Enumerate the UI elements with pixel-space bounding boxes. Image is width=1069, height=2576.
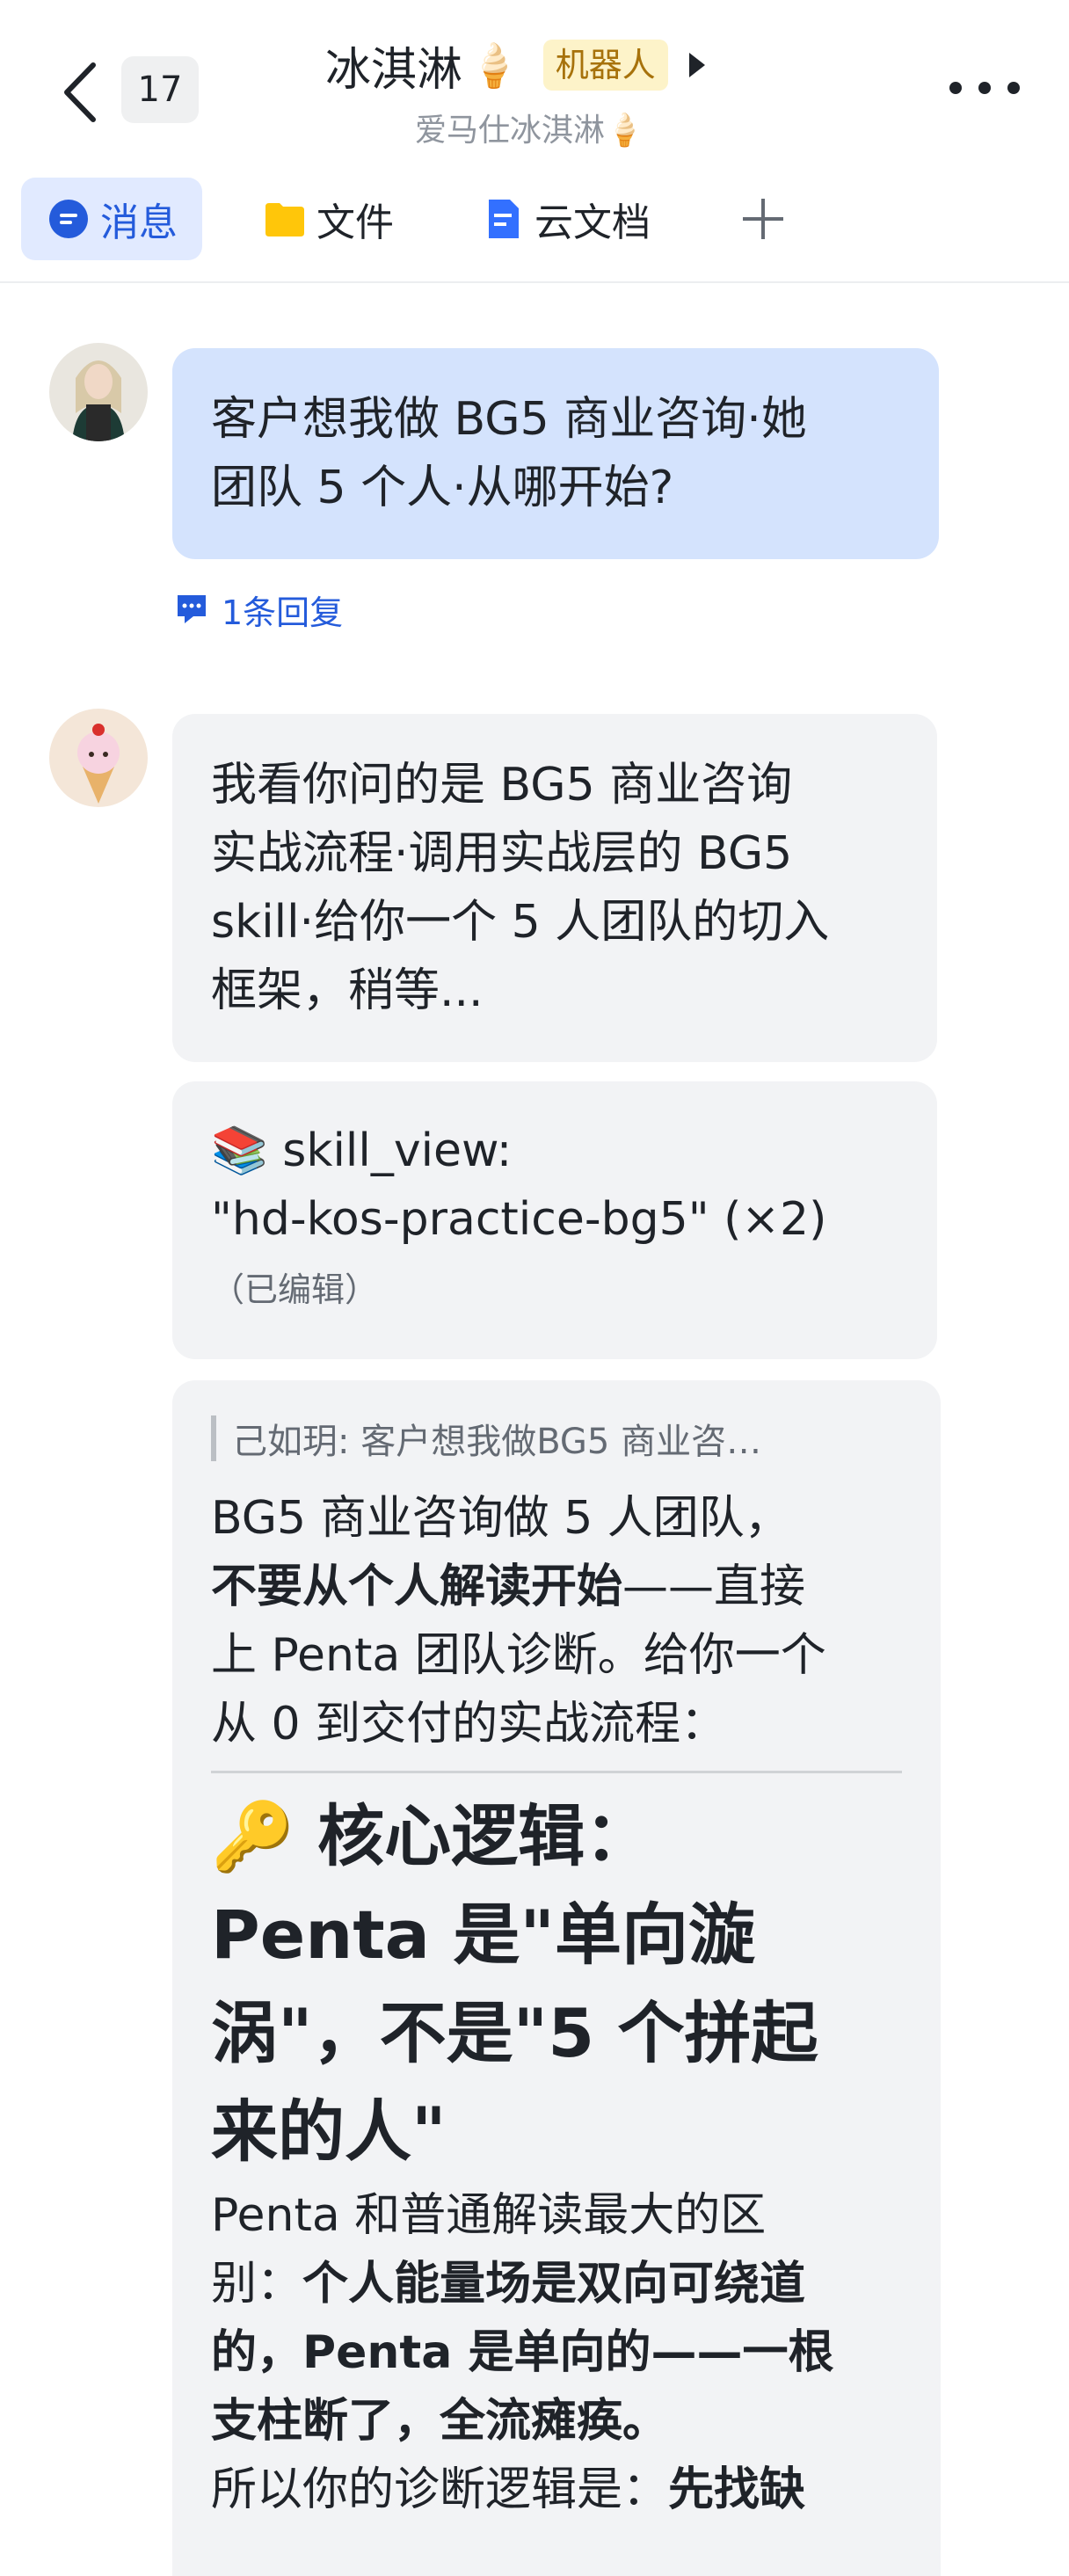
tab-label: 消息 [100, 200, 178, 245]
bold-text: 先找缺 [668, 2463, 806, 2516]
chat-tabs: 消息 文件 云文档 [0, 172, 1069, 283]
message-icon [49, 200, 88, 238]
message-text: 别： [211, 2258, 303, 2310]
heading-line: 涡"，不是"5 个拼起 [211, 1994, 818, 2072]
message-line: Penta 和普通解读最大的区 [211, 2189, 767, 2242]
tab-label: 云文档 [534, 200, 651, 245]
message-line: "hd-kos-practice-bg5" (×2) [211, 1193, 827, 1246]
folder-icon [265, 203, 304, 236]
add-tab-button[interactable] [738, 178, 788, 260]
chat-header: 17 冰淇淋 🍦 机器人 爱马仕冰淇淋🍦 [0, 0, 1069, 167]
user-message-bubble[interactable]: 客户想我做 BG5 商业咨询·她 团队 5 个人·从哪开始? [172, 348, 939, 559]
more-options-button[interactable] [949, 70, 1020, 106]
message-line: 框架，稍等... [211, 964, 484, 1017]
message-line: 从 0 到交付的实战流程： [211, 1698, 727, 1750]
ice-cream-icon: 🍦 [468, 40, 520, 91]
bold-text: 支柱断了，全流瘫痪。 [211, 2395, 669, 2448]
heading-line: 来的人" [211, 2092, 447, 2171]
tab-files[interactable]: 文件 [264, 178, 394, 260]
message-line: BG5 商业咨询做 5 人团队， [211, 1492, 790, 1545]
dot-icon [978, 82, 991, 94]
message-text: ——直接 [622, 1561, 806, 1613]
plus-icon [743, 199, 783, 239]
tab-docs[interactable]: 云文档 [482, 178, 651, 260]
quoted-message[interactable]: 己如玥: 客户想我做BG5 商业咨… [211, 1415, 902, 1461]
edited-label: （已编辑） [211, 1270, 379, 1309]
heading-line: 🔑 核心逻辑： [211, 1797, 652, 1875]
message-line: 别：个人能量场是双向可绕道 [211, 2250, 902, 2318]
message-line: 我看你问的是 BG5 商业咨询 [211, 759, 793, 811]
doc-icon [489, 200, 519, 238]
bold-text: 的，Penta 是单向的——一根 [211, 2326, 834, 2379]
user-avatar[interactable] [49, 343, 148, 441]
tab-label: 文件 [316, 200, 394, 245]
comment-icon [178, 595, 206, 623]
back-button[interactable] [55, 53, 107, 132]
dot-icon [949, 82, 962, 94]
message-line: 不要从个人解读开始——直接 [211, 1553, 902, 1621]
play-arrow-icon[interactable] [687, 51, 707, 79]
message-line: 实战流程·调用实战层的 BG5 [211, 827, 793, 880]
message-line: 团队 5 个人·从哪开始? [211, 462, 674, 514]
message-line: 所以你的诊断逻辑是：先找缺 [211, 2456, 902, 2524]
message-line: 支柱断了，全流瘫痪。 [211, 2387, 902, 2456]
message-line: 客户想我做 BG5 商业咨询·她 [211, 393, 807, 446]
reply-count-label: 1条回复 [222, 593, 344, 632]
chat-title[interactable]: 冰淇淋 [325, 33, 462, 98]
chat-subtitle: 爱马仕冰淇淋🍦 [415, 113, 644, 149]
thread-reply-link[interactable]: 1条回复 [174, 587, 344, 632]
unread-count-badge[interactable]: 17 [121, 56, 199, 123]
bold-text: 不要从个人解读开始 [211, 1561, 623, 1613]
chevron-left-icon [64, 62, 96, 122]
tab-messages[interactable]: 消息 [21, 178, 202, 260]
tool-call-bubble[interactable]: 📚 skill_view: "hd-kos-practice-bg5" (×2)… [172, 1081, 937, 1359]
message-text: 所以你的诊断逻辑是： [211, 2463, 669, 2516]
message-line: 📚 skill_view: [211, 1124, 513, 1177]
bold-text: 个人能量场是双向可绕道 [302, 2258, 806, 2310]
dot-icon [1007, 82, 1020, 94]
heading-line: Penta 是"单向漩 [211, 1896, 756, 1974]
message-line: 的，Penta 是单向的——一根 [211, 2318, 902, 2387]
divider [211, 1771, 902, 1773]
bot-avatar[interactable] [49, 709, 148, 807]
chat-title-row[interactable]: 冰淇淋 🍦 机器人 [325, 32, 707, 98]
bot-reply-bubble[interactable]: 己如玥: 客户想我做BG5 商业咨… BG5 商业咨询做 5 人团队， 不要从个… [172, 1380, 941, 2576]
message-line: 上 Penta 团队诊断。给你一个 [211, 1629, 826, 1682]
bot-message-bubble[interactable]: 我看你问的是 BG5 商业咨询 实战流程·调用实战层的 BG5 skill·给你… [172, 714, 937, 1062]
bot-tag: 机器人 [542, 40, 668, 91]
message-line: skill·给你一个 5 人团队的切入 [211, 896, 830, 949]
